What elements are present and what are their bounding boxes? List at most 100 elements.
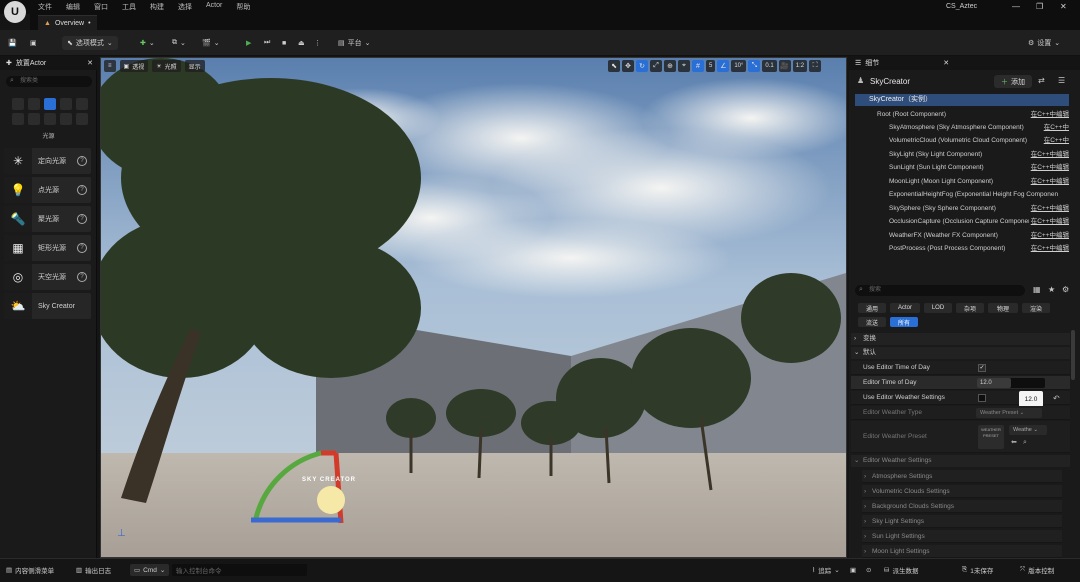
details-search-input[interactable]: 搜索 bbox=[855, 285, 1025, 296]
rotation-snap-value[interactable]: 10° bbox=[731, 60, 747, 72]
category-shapes[interactable] bbox=[60, 113, 72, 125]
subsection-sun-light[interactable]: › Sun Light Settings bbox=[862, 530, 1062, 543]
category-basic[interactable] bbox=[28, 98, 40, 110]
actor-directional-light[interactable]: ✳ 定向光源 ? bbox=[4, 148, 91, 174]
derived-data-button[interactable]: ⛁ 派生数据 bbox=[884, 564, 918, 576]
actor-rect-light[interactable]: ▦ 矩形光源 ? bbox=[4, 235, 91, 261]
edit-in-cpp-link[interactable]: 在C++中编辑 bbox=[1028, 242, 1069, 255]
filter-tab-streaming[interactable]: 流送 bbox=[858, 317, 886, 327]
browse-arrow-icon[interactable]: ⬅ bbox=[1011, 439, 1017, 447]
select-tool-icon[interactable]: ⬉ bbox=[608, 60, 620, 72]
play-options-button[interactable]: ⋮ bbox=[314, 36, 321, 50]
weather-preset-select[interactable]: Weathe ⌄ bbox=[1009, 425, 1047, 435]
blueprint-button[interactable]: ⧉ ⌄ bbox=[172, 36, 186, 50]
move-tool-icon[interactable]: ✥ bbox=[622, 60, 634, 72]
section-transform[interactable]: › 变换 bbox=[851, 333, 1070, 345]
help-icon[interactable]: ? bbox=[77, 243, 87, 253]
browse-search-icon[interactable]: ⌕ bbox=[1023, 439, 1027, 447]
section-editor-weather-settings[interactable]: ⌄ Editor Weather Settings bbox=[851, 455, 1070, 467]
help-icon[interactable]: ? bbox=[77, 272, 87, 282]
help-icon[interactable]: ? bbox=[77, 156, 87, 166]
eject-button[interactable]: ⏏ bbox=[298, 36, 305, 50]
filter-tab-lod[interactable]: LOD bbox=[924, 303, 952, 313]
edit-in-cpp-link[interactable]: 在C++中 bbox=[1041, 134, 1069, 147]
category-volumes[interactable] bbox=[28, 113, 40, 125]
time-of-day-slider[interactable]: 12.0 bbox=[977, 378, 1045, 388]
options-icon[interactable]: ☰ bbox=[1058, 76, 1065, 85]
minimize-button[interactable]: — bbox=[1012, 2, 1020, 11]
component-row[interactable]: OcclusionCapture (Occlusion Capture Comp… bbox=[855, 215, 1069, 228]
menu-build[interactable]: 构建 bbox=[150, 2, 164, 12]
actor-sky-creator[interactable]: ⛅ Sky Creator bbox=[4, 293, 91, 319]
details-scrollbar[interactable] bbox=[1071, 330, 1075, 380]
favorites-star-icon[interactable]: ★ bbox=[1048, 285, 1055, 294]
filter-tab-misc[interactable]: 杂项 bbox=[956, 303, 984, 313]
close-button[interactable]: ✕ bbox=[1060, 2, 1067, 11]
maximize-button[interactable]: ❐ bbox=[1036, 2, 1043, 11]
category-geometry[interactable] bbox=[12, 113, 24, 125]
menu-tools[interactable]: 工具 bbox=[122, 2, 136, 12]
component-row[interactable]: ExponentialHeightFog (Exponential Height… bbox=[855, 188, 1069, 201]
filter-tab-actor[interactable]: Actor bbox=[890, 303, 920, 313]
trace-button[interactable]: ⌇ 追踪 ⌄ bbox=[812, 564, 840, 576]
edit-in-cpp-link[interactable]: 在C++中编辑 bbox=[1028, 161, 1069, 174]
grid-snap-value[interactable]: 5 bbox=[706, 60, 716, 72]
save-icon[interactable]: 💾 bbox=[8, 36, 17, 50]
component-row[interactable]: SunLight (Sun Light Component) 在C++中编辑 bbox=[855, 161, 1069, 174]
scale-snap-value[interactable]: 0.1 bbox=[762, 60, 777, 72]
menu-actor[interactable]: Actor bbox=[206, 2, 222, 12]
weather-preset-thumbnail[interactable]: WEATHER PRESET bbox=[978, 425, 1004, 449]
filter-tab-physics[interactable]: 物理 bbox=[988, 303, 1018, 313]
actor-spot-light[interactable]: 🔦 聚光源 ? bbox=[4, 206, 91, 232]
component-row[interactable]: WeatherFX (Weather FX Component) 在C++中编辑 bbox=[855, 229, 1069, 242]
actor-name[interactable]: SkyCreator bbox=[870, 77, 910, 86]
camera-icon[interactable]: ⊙ bbox=[866, 564, 871, 576]
checkbox-checked[interactable]: ✓ bbox=[978, 364, 986, 372]
content-browser-icon[interactable]: ▣ bbox=[30, 36, 37, 50]
category-cinematic[interactable] bbox=[60, 98, 72, 110]
mode-select-button[interactable]: ⬉ 选项模式 ⌄ bbox=[62, 36, 118, 50]
help-icon[interactable]: ? bbox=[77, 214, 87, 224]
level-viewport[interactable] bbox=[100, 57, 847, 558]
menu-window[interactable]: 窗口 bbox=[94, 2, 108, 12]
grid-snap-icon[interactable]: # bbox=[692, 60, 704, 72]
settings-button[interactable]: ⚙ 设置 ⌄ bbox=[1028, 36, 1060, 50]
edit-in-cpp-link[interactable]: 在C++中编辑 bbox=[1028, 175, 1069, 188]
help-icon[interactable]: ? bbox=[77, 185, 87, 195]
close-icon[interactable]: ✕ bbox=[87, 59, 93, 67]
actor-point-light[interactable]: 💡 点光源 ? bbox=[4, 177, 91, 203]
menu-file[interactable]: 文件 bbox=[38, 2, 52, 12]
menu-select[interactable]: 选择 bbox=[178, 2, 192, 12]
scale-tool-icon[interactable]: ⤢ bbox=[650, 60, 662, 72]
close-icon[interactable]: ✕ bbox=[943, 59, 949, 67]
edit-in-cpp-link[interactable]: 在C++中编辑 bbox=[1028, 229, 1069, 242]
component-row[interactable]: SkyLight (Sky Light Component) 在C++中编辑 bbox=[855, 148, 1069, 161]
lit-button[interactable]: ☀ 光照 bbox=[152, 60, 181, 72]
filter-tab-rendering[interactable]: 渲染 bbox=[1022, 303, 1050, 313]
edit-in-cpp-link[interactable]: 在C++中编辑 bbox=[1028, 215, 1069, 228]
menu-help[interactable]: 帮助 bbox=[236, 2, 250, 12]
component-row[interactable]: SkyAtmosphere (Sky Atmosphere Component)… bbox=[855, 121, 1069, 134]
camera-speed-icon[interactable]: 🎥 bbox=[778, 60, 791, 72]
play-button[interactable]: ▶ bbox=[246, 36, 251, 50]
edit-in-cpp-link[interactable]: 在C++中编辑 bbox=[1028, 202, 1069, 215]
world-space-icon[interactable]: ⊕ bbox=[664, 60, 676, 72]
category-recent[interactable] bbox=[12, 98, 24, 110]
filter-tab-all[interactable]: 所有 bbox=[890, 317, 918, 327]
category-misc[interactable] bbox=[76, 113, 88, 125]
component-row[interactable]: MoonLight (Moon Light Component) 在C++中编辑 bbox=[855, 175, 1069, 188]
surface-snap-icon[interactable]: ⌖ bbox=[678, 60, 690, 72]
cmd-select[interactable]: ▭ Cmd ⌄ bbox=[130, 564, 170, 576]
edit-in-cpp-link[interactable]: 在C++中编辑 bbox=[1028, 108, 1069, 121]
component-row[interactable]: SkySphere (Sky Sphere Component) 在C++中编辑 bbox=[855, 202, 1069, 215]
filter-tab-general[interactable]: 通用 bbox=[858, 303, 886, 313]
component-row[interactable]: Root (Root Component) 在C++中编辑 bbox=[855, 108, 1069, 121]
menu-edit[interactable]: 编辑 bbox=[66, 2, 80, 12]
tab-overview[interactable]: ▲ Overview • bbox=[38, 15, 97, 30]
subsection-moon-light[interactable]: › Moon Light Settings bbox=[862, 545, 1062, 558]
step-button[interactable]: ⏭ bbox=[264, 36, 270, 50]
rotation-snap-icon[interactable]: ∠ bbox=[717, 60, 730, 72]
category-all-classes[interactable] bbox=[44, 113, 56, 125]
stop-button[interactable]: ■ bbox=[282, 36, 286, 50]
edit-in-cpp-link[interactable]: 在C++中编辑 bbox=[1028, 148, 1069, 161]
